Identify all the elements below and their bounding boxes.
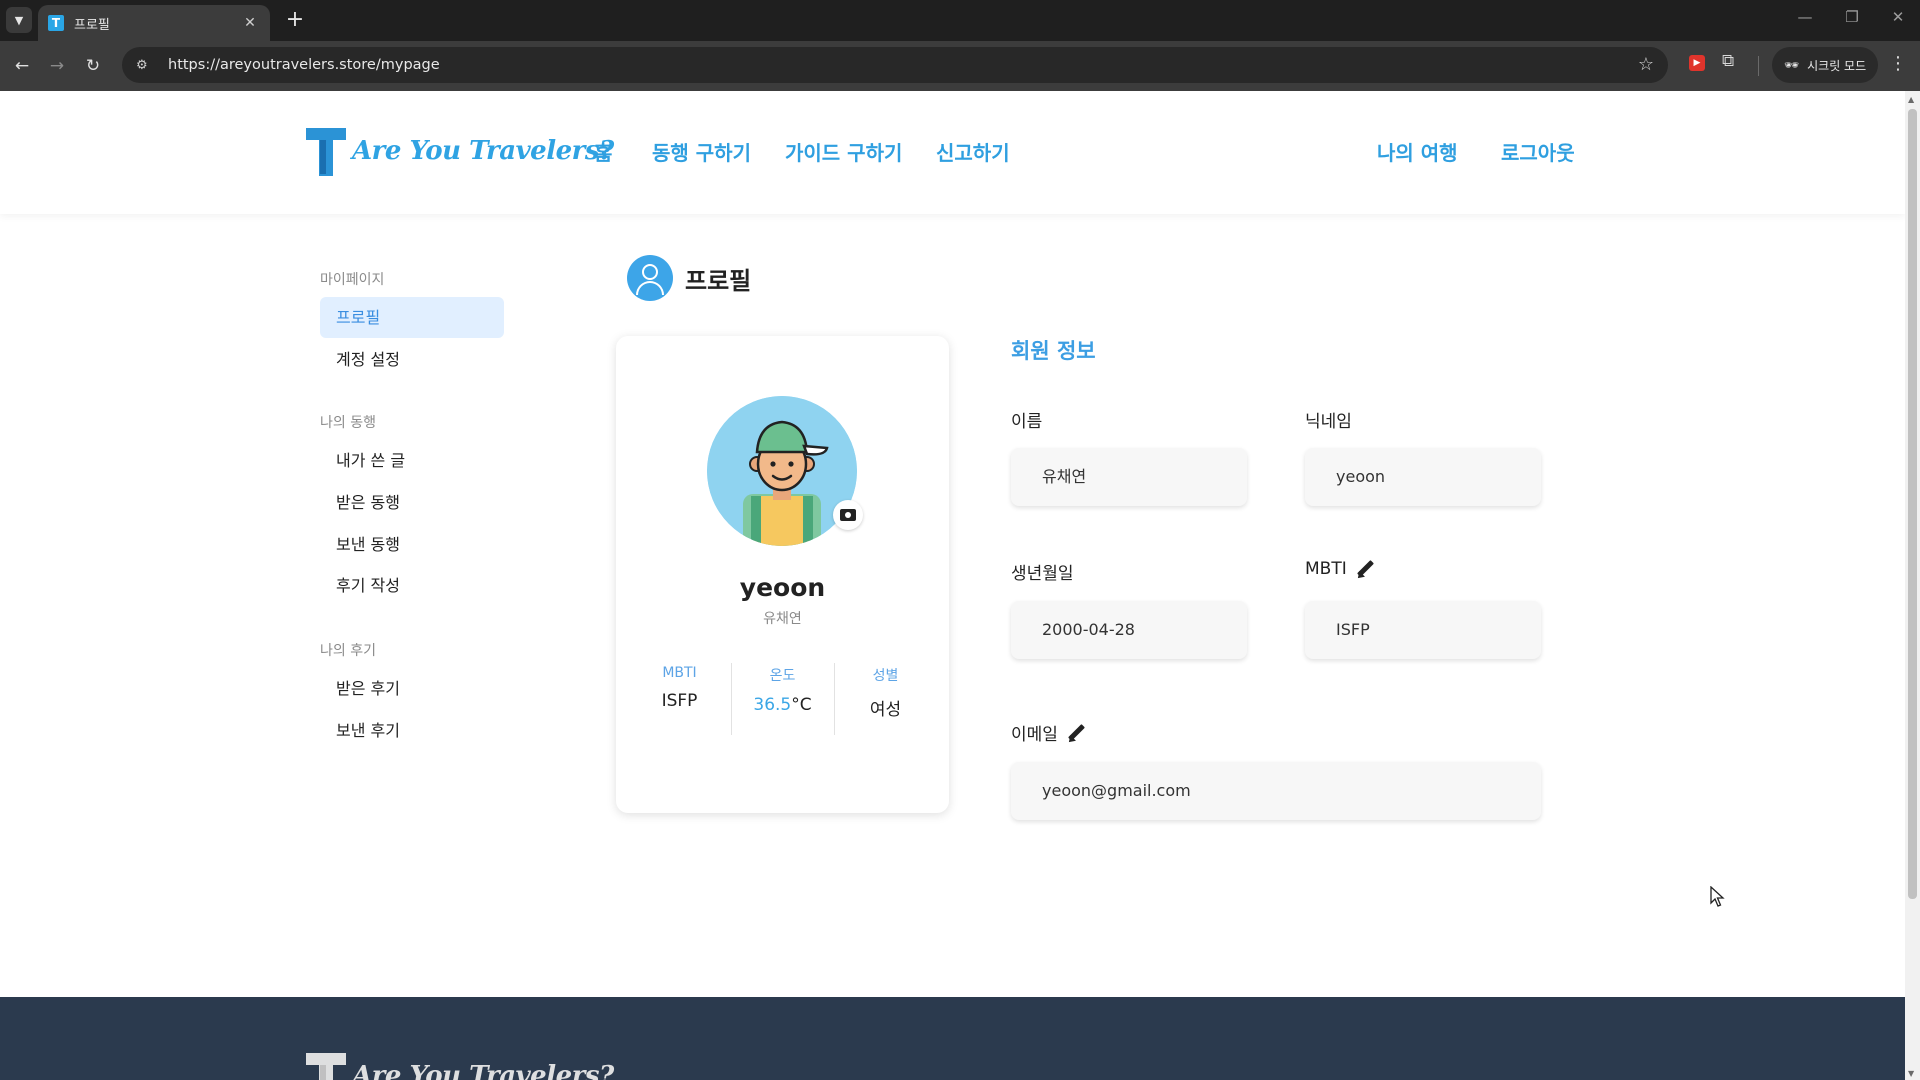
page-scrollbar[interactable]: ▲ ▼ [1905, 91, 1920, 1080]
stat-gender: 성별 여성 [834, 665, 937, 720]
stat-value: ISFP [661, 691, 698, 711]
nav-find-guide[interactable]: 가이드 구하기 [785, 137, 902, 166]
incognito-label: 시크릿 모드 [1807, 58, 1867, 73]
sidebar-group-title: 마이페이지 [320, 272, 385, 288]
nav-my-trips[interactable]: 나의 여행 [1377, 137, 1458, 166]
sidebar-item-received-companion[interactable]: 받은 동행 [320, 482, 504, 523]
sidebar-item-my-posts[interactable]: 내가 쓴 글 [320, 440, 504, 481]
page-title: 프로필 [627, 255, 751, 301]
member-info-title: 회원 정보 [1011, 339, 1096, 363]
scroll-up-icon[interactable]: ▲ [1908, 95, 1914, 104]
incognito-button[interactable]: 🕶 시크릿 모드 [1772, 47, 1878, 83]
change-photo-camera-icon[interactable] [833, 500, 863, 530]
edit-email-pencil-icon[interactable] [1066, 723, 1086, 743]
stat-mbti: MBTI ISFP [628, 665, 731, 711]
url-text[interactable]: https://areyoutravelers.store/mypage [168, 57, 440, 73]
new-tab-button[interactable]: + [282, 8, 308, 34]
nav-home[interactable]: 홈 [594, 137, 612, 166]
logo-t-mark [306, 1051, 350, 1080]
scrollbar-thumb[interactable] [1908, 109, 1917, 899]
stat-label: 성별 [872, 668, 899, 684]
window-close-icon[interactable]: ✕ [1878, 8, 1918, 26]
browser-toolbar: ← → ↻ ⚙ https://areyoutravelers.store/my… [0, 41, 1920, 91]
stat-value: 36.5°C [731, 695, 834, 715]
temperature-value: 36.5 [753, 695, 792, 715]
tab-title: 프로필 [74, 17, 110, 33]
scroll-down-icon[interactable]: ▼ [1908, 1069, 1914, 1078]
incognito-icon: 🕶 [1783, 58, 1800, 72]
nickname-label: 닉네임 [1305, 412, 1352, 432]
sidebar-item-sent-companion[interactable]: 보낸 동행 [320, 524, 504, 565]
restore-icon[interactable]: ❐ [1832, 8, 1872, 26]
browser-menu-icon[interactable]: ⋮ [1888, 53, 1908, 74]
sidebar-group-title: 나의 동행 [320, 415, 376, 431]
minimize-icon[interactable]: — [1785, 8, 1825, 26]
mbti-field: ISFP [1305, 601, 1541, 659]
profile-title: 프로필 [685, 266, 752, 295]
email-field: yeoon@gmail.com [1011, 762, 1541, 820]
name-label: 이름 [1011, 412, 1043, 432]
site-info-icon[interactable]: ⚙ [136, 58, 158, 73]
nickname-field: yeoon [1305, 448, 1541, 506]
profile-card: yeoon 유채연 MBTI ISFP 온도 36.5°C 성별 여성 [616, 336, 949, 813]
nav-logout[interactable]: 로그아웃 [1501, 137, 1575, 166]
site-footer: Are You Travelers? [0, 997, 1905, 1080]
footer-logo: Are You Travelers? [306, 1051, 614, 1080]
page-viewport: Are You Travelers? 홈 동행 구하기 가이드 구하기 신고하기… [0, 91, 1905, 1080]
nav-report[interactable]: 신고하기 [936, 137, 1010, 166]
birth-label: 생년월일 [1011, 564, 1074, 584]
stat-value: 여성 [869, 700, 902, 720]
stat-label: MBTI [662, 665, 697, 681]
sidebar-item-received-reviews[interactable]: 받은 후기 [320, 668, 504, 709]
tab-close-icon[interactable]: ✕ [240, 15, 260, 31]
tab-list-chevron-icon[interactable]: ▼ [6, 7, 32, 33]
toolbar-divider [1758, 56, 1759, 76]
browser-tab[interactable]: T 프로필 ✕ [38, 5, 270, 41]
traveler-avatar-icon [707, 396, 857, 546]
profile-name: 유채연 [763, 611, 802, 627]
stat-temperature: 온도 36.5°C [731, 665, 834, 715]
address-bar[interactable]: ⚙ https://areyoutravelers.store/mypage ☆ [122, 47, 1668, 83]
stat-label: 온도 [769, 668, 796, 684]
name-field: 유채연 [1011, 448, 1247, 506]
sidebar-item-write-review[interactable]: 후기 작성 [320, 565, 504, 606]
birth-field: 2000-04-28 [1011, 601, 1247, 659]
user-icon [627, 255, 673, 301]
browser-tab-bar: ▼ T 프로필 ✕ + — ❐ ✕ [0, 0, 1920, 41]
logo-text: Are You Travelers? [352, 136, 614, 166]
extensions-puzzle-icon[interactable]: ⧉ [1722, 51, 1734, 71]
nav-find-companion[interactable]: 동행 구하기 [652, 137, 751, 166]
logo-t-mark [306, 126, 350, 176]
mouse-cursor-icon [1710, 886, 1725, 907]
edit-mbti-pencil-icon[interactable] [1355, 559, 1375, 579]
tab-favicon-icon: T [48, 15, 64, 31]
forward-arrow-icon[interactable]: → [44, 53, 70, 79]
temperature-unit: °C [791, 695, 812, 715]
mbti-label: MBTI [1305, 559, 1375, 579]
bookmark-star-icon[interactable]: ☆ [1638, 54, 1654, 75]
avatar [707, 396, 857, 546]
reload-icon[interactable]: ↻ [80, 53, 106, 79]
sidebar-item-account-settings[interactable]: 계정 설정 [320, 339, 504, 380]
email-label: 이메일 [1011, 720, 1086, 745]
sidebar-group-title: 나의 후기 [320, 643, 376, 659]
profile-nickname: yeoon [739, 573, 826, 602]
site-header: Are You Travelers? 홈 동행 구하기 가이드 구하기 신고하기… [0, 91, 1905, 214]
back-arrow-icon[interactable]: ← [9, 53, 35, 79]
site-logo[interactable]: Are You Travelers? [306, 125, 614, 177]
extension-icon[interactable]: ▶ [1689, 55, 1705, 71]
footer-logo-text: Are You Travelers? [352, 1061, 614, 1080]
sidebar-item-profile[interactable]: 프로필 [320, 297, 504, 338]
sidebar-item-sent-reviews[interactable]: 보낸 후기 [320, 710, 504, 751]
